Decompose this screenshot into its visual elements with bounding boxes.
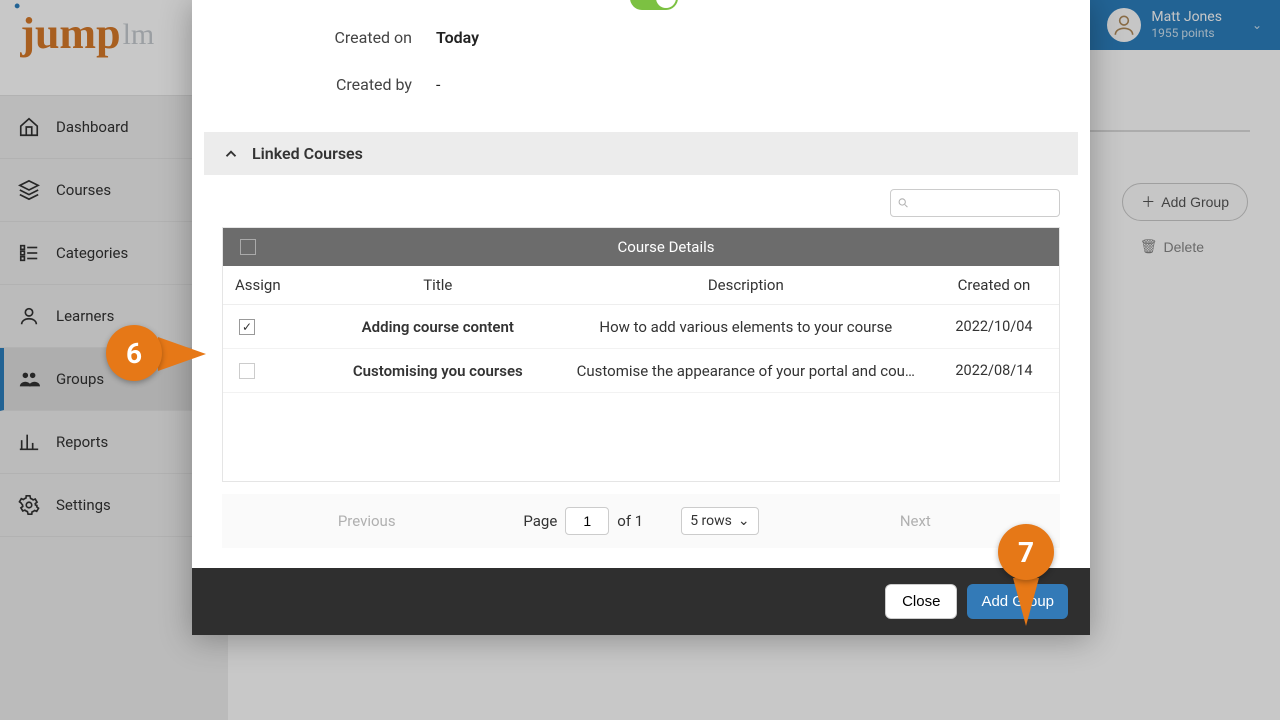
- row-checkbox[interactable]: [239, 363, 255, 379]
- row-checkbox[interactable]: ✓: [239, 319, 255, 335]
- row-title: Customising you courses: [313, 352, 563, 390]
- close-button[interactable]: Close: [885, 584, 957, 619]
- search-icon: [897, 196, 910, 210]
- column-created-on[interactable]: Created on: [929, 266, 1059, 304]
- callout-pointer: [158, 337, 206, 371]
- add-group-modal: Created on Today Created by - Linked Cou…: [192, 0, 1090, 635]
- row-title: Adding course content: [313, 308, 563, 346]
- callout-6: 6: [106, 325, 162, 381]
- table-row[interactable]: Customising you courses Customise the ap…: [223, 349, 1059, 393]
- chevron-down-icon: ⌄: [738, 513, 750, 529]
- callout-7: 7: [998, 524, 1054, 580]
- linked-courses-section[interactable]: Linked Courses: [204, 132, 1078, 175]
- select-all-checkbox[interactable]: [240, 239, 256, 255]
- created-by-value: -: [436, 75, 440, 94]
- column-description[interactable]: Description: [563, 266, 929, 304]
- page-of: of 1: [617, 512, 643, 530]
- search-input[interactable]: [914, 196, 1053, 211]
- column-assign[interactable]: Assign: [223, 266, 313, 304]
- rows-select[interactable]: 5 rows⌄: [681, 507, 758, 535]
- page-label: Page: [523, 512, 557, 530]
- row-date: 2022/08/14: [929, 352, 1059, 389]
- pagination: Previous Page of 1 5 rows⌄ Next: [222, 494, 1060, 548]
- table-header-title: Course Details: [273, 238, 1059, 256]
- table-row[interactable]: ✓ Adding course content How to add vario…: [223, 305, 1059, 349]
- created-on-label: Created on: [226, 28, 412, 47]
- row-description: Customise the appearance of your portal …: [563, 352, 929, 390]
- active-toggle[interactable]: [630, 0, 678, 10]
- prev-button[interactable]: Previous: [222, 504, 511, 538]
- table-search[interactable]: [890, 189, 1060, 217]
- chevron-up-icon: [222, 145, 240, 163]
- callout-pointer: [1013, 578, 1039, 626]
- created-by-label: Created by: [226, 75, 412, 94]
- page-input[interactable]: [565, 507, 609, 535]
- courses-table: Course Details Assign Title Description …: [222, 227, 1060, 482]
- section-title: Linked Courses: [252, 144, 363, 163]
- column-title[interactable]: Title: [313, 266, 563, 304]
- row-description: How to add various elements to your cour…: [563, 308, 929, 346]
- modal-footer: Close Add Group: [192, 568, 1090, 635]
- created-on-value: Today: [436, 28, 479, 47]
- row-date: 2022/10/04: [929, 308, 1059, 345]
